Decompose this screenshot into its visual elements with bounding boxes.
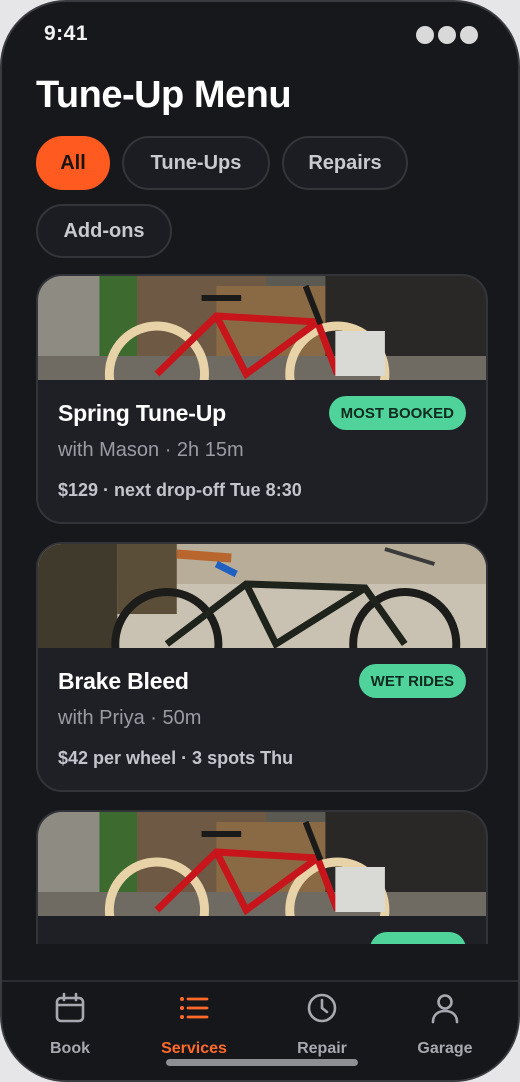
service-name: Brake Bleed: [58, 668, 189, 694]
status-time: 9:41: [44, 22, 89, 45]
list-icon: [180, 997, 209, 1019]
status-badge: MOST BOOKED: [328, 396, 466, 430]
tab-book[interactable]: Book: [10, 992, 130, 1057]
status-badge: WET RIDES: [358, 664, 466, 698]
filter-chip-all[interactable]: All: [36, 136, 110, 190]
status-bar: 9:41: [2, 2, 518, 62]
service-card-partial[interactable]: [36, 810, 488, 944]
tab-label: Garage: [417, 1040, 473, 1057]
service-price-availability: $42 per wheel · 3 spots Thu: [58, 748, 294, 768]
service-card-brake-bleed[interactable]: Brake Bleed WET RIDES with Priya · 50m $…: [36, 542, 488, 792]
phone-frame: 9:41 Tune-Up Menu All Tune-Ups Repairs A…: [0, 0, 520, 1082]
filter-chip-tune-ups[interactable]: Tune-Ups: [122, 136, 270, 190]
tab-label: Book: [50, 1040, 90, 1057]
tab-repair[interactable]: Repair: [262, 992, 382, 1057]
service-name: Spring Tune-Up: [58, 400, 226, 426]
red-cruiser-bicycle-photo: [38, 812, 486, 916]
person-icon: [431, 994, 459, 1024]
tab-garage[interactable]: Garage: [385, 992, 505, 1057]
wifi-dot-icon: [438, 26, 456, 44]
home-indicator[interactable]: [166, 1059, 358, 1066]
tab-label: Services: [161, 1040, 227, 1057]
status-badge: [370, 932, 466, 944]
tab-services[interactable]: Services: [134, 992, 254, 1057]
battery-dot-icon: [460, 26, 478, 44]
bottom-tab-bar: Book Services Repair Garage: [2, 980, 518, 1080]
black-city-bicycle-photo: [38, 544, 486, 648]
status-indicator-icons: [416, 26, 478, 44]
page-title: Tune-Up Menu: [36, 74, 292, 116]
calendar-icon: [55, 992, 85, 1023]
signal-dot-icon: [416, 26, 434, 44]
service-list[interactable]: Spring Tune-Up MOST BOOKED with Mason · …: [2, 274, 518, 944]
tab-label: Repair: [297, 1040, 347, 1057]
service-price-availability: $129 · next drop-off Tue 8:30: [58, 480, 302, 500]
service-mechanic-duration: with Priya · 50m: [58, 707, 202, 729]
filter-chip-repairs[interactable]: Repairs: [282, 136, 408, 190]
service-mechanic-duration: with Mason · 2h 15m: [58, 439, 244, 461]
filter-chip-add-ons[interactable]: Add-ons: [36, 204, 172, 258]
service-card-spring-tune-up[interactable]: Spring Tune-Up MOST BOOKED with Mason · …: [36, 274, 488, 524]
red-cruiser-bicycle-photo: [38, 276, 486, 380]
clock-icon: [307, 993, 337, 1023]
